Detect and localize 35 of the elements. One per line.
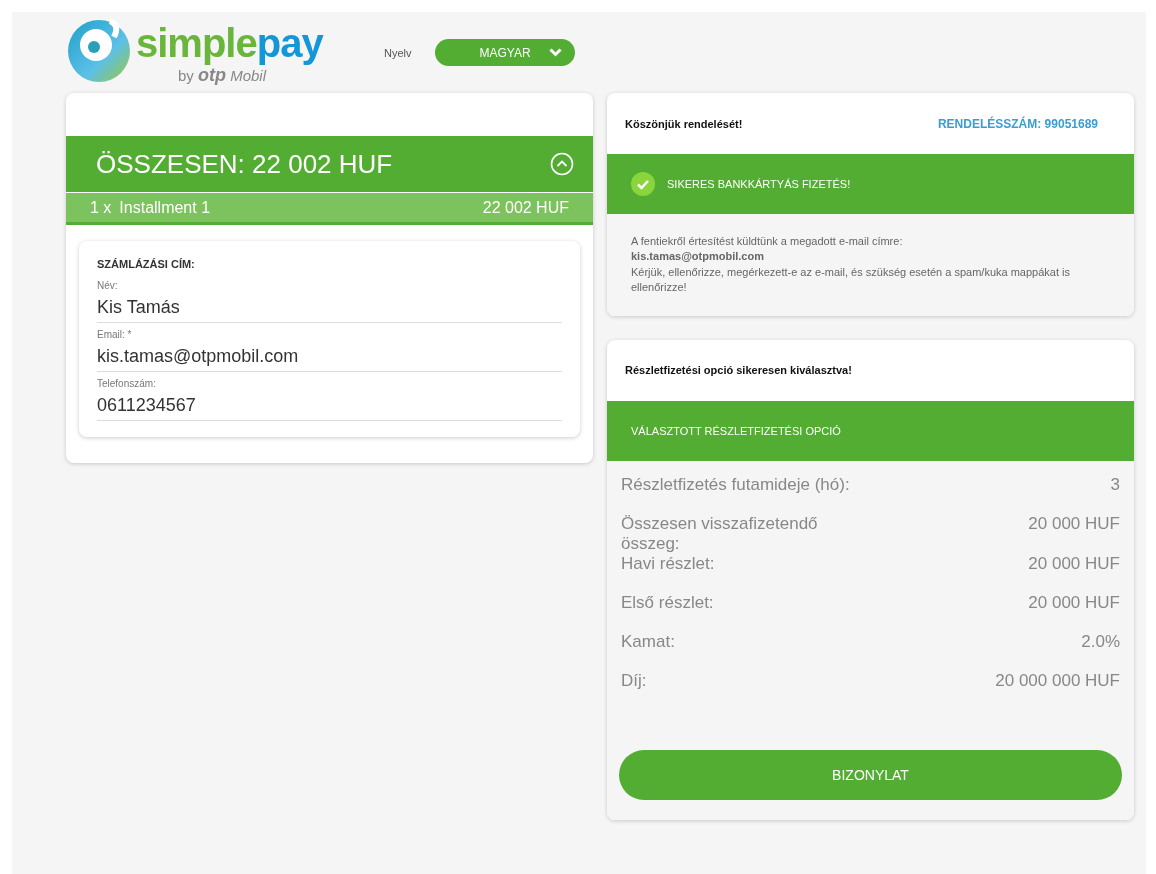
detail-label: Összesen visszafizetendő összeg: (621, 513, 819, 554)
field-label: Név: (97, 280, 119, 291)
field-label: Telefonszám: (97, 378, 157, 389)
detail-value: 3 (1110, 474, 1120, 495)
order-total: ÖSSZESEN: 22 002 HUF (96, 148, 393, 180)
email-notice: A fentiekről értesítést küldtünk a megadott e-mail címre: kis.tamas@otpmobil.com Kérjük, ellenőrizze, megérkezett-e az e-mail, és szükség esetén a spam/kuka mappákat is ellenőrizze! (631, 234, 1071, 296)
logo-byline: by otp Mobil (178, 65, 268, 86)
check-icon (631, 172, 655, 196)
detail-value: 20 000 HUF (1028, 513, 1120, 534)
field-label: Email: * (97, 329, 133, 340)
input-field[interactable]: Kis Tamás (97, 297, 562, 318)
detail-label: Kamat: (621, 631, 676, 652)
input-field[interactable]: kis.tamas@otpmobil.com (97, 346, 562, 367)
item-name: Installment 1 (119, 198, 212, 217)
detail-value: 20 000 HUF (1028, 592, 1120, 613)
item-amount: 22 002 HUF (482, 198, 569, 217)
detail-label: Részletfizetés futamideje (hó): (621, 474, 851, 495)
billing-title: SZÁMLÁZÁSI CÍM: (97, 258, 196, 270)
detail-label: Díj: (621, 670, 648, 691)
chevron-down-icon (549, 48, 562, 57)
detail-label: Első részlet: (621, 592, 715, 613)
item-quantity: 1 x (90, 198, 112, 217)
installment-notice: Részletfizetési opció sikeresen kiválasztva! (625, 364, 852, 377)
thanks-text: Köszönjük rendelését! (625, 117, 743, 130)
order-number: RENDELÉSSZÁM: 99051689 (937, 116, 1098, 131)
input-field[interactable]: 0611234567 (97, 395, 562, 416)
status-text: SIKERES BANKKÁRTYÁS FIZETÉS! (667, 178, 851, 190)
detail-value: 20 000 000 HUF (995, 670, 1120, 691)
collapse-toggle-icon[interactable] (550, 152, 574, 176)
installment-heading: VÁLASZTOTT RÉSZLETFIZETÉSI OPCIÓ (631, 424, 841, 437)
detail-value: 2.0% (1081, 631, 1120, 652)
language-label: Nyelv (384, 46, 413, 59)
detail-value: 20 000 HUF (1028, 553, 1120, 574)
logo-wordmark: simplepay (136, 21, 323, 65)
detail-label: Havi részlet: (621, 553, 716, 574)
